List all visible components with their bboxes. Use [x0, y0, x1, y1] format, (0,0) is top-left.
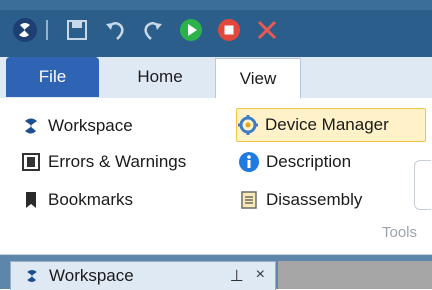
ribbon-tab-bar: File Home View: [0, 57, 432, 99]
app-logo-icon[interactable]: [6, 13, 44, 47]
errors-warnings-label: Errors & Warnings: [48, 152, 187, 171]
tab-view[interactable]: View: [215, 58, 301, 99]
close-icon[interactable]: [248, 13, 286, 47]
workspace-panel-label: Workspace: [49, 266, 134, 285]
device-manager-button[interactable]: Device Manager: [236, 108, 426, 142]
ribbon-group-label: Tools: [382, 224, 418, 241]
undo-icon[interactable]: [96, 13, 134, 47]
workspace-button[interactable]: Workspace: [20, 110, 133, 142]
device-manager-label: Device Manager: [265, 115, 389, 134]
disassembly-label: Disassembly: [266, 190, 363, 209]
workspace-panel-tab[interactable]: Workspace ⊥ ×: [10, 261, 276, 290]
tab-view-label: View: [239, 69, 277, 88]
panel-close-icon[interactable]: ×: [256, 266, 265, 286]
document-area-background: [278, 261, 432, 289]
errors-warnings-icon: [20, 151, 42, 173]
stop-icon[interactable]: [210, 13, 248, 47]
device-manager-icon: [237, 114, 259, 136]
dock-area: Workspace ⊥ ×: [0, 255, 432, 290]
panel-tab-controls: ⊥ ×: [230, 266, 265, 286]
tab-file-label: File: [38, 67, 67, 86]
workspace-label: Workspace: [48, 116, 133, 135]
pin-icon[interactable]: ⊥: [230, 266, 244, 286]
workspace-panel-icon: [23, 268, 41, 284]
qat-separator: [46, 20, 52, 40]
redo-icon[interactable]: [134, 13, 172, 47]
ribbon-panel: Workspace Errors & Warnings Bookmarks De: [0, 98, 432, 255]
run-icon[interactable]: [172, 13, 210, 47]
description-label: Description: [266, 152, 352, 171]
title-bar-top-strip: [0, 0, 432, 10]
tab-file[interactable]: File: [6, 57, 99, 97]
bookmark-icon: [20, 189, 42, 211]
workspace-icon: [20, 115, 42, 137]
errors-warnings-button[interactable]: Errors & Warnings: [20, 146, 186, 178]
bookmarks-button[interactable]: Bookmarks: [20, 184, 133, 216]
ribbon-group-divider: [414, 160, 431, 210]
disassembly-button[interactable]: Disassembly: [238, 184, 362, 216]
tab-home[interactable]: Home: [110, 57, 210, 97]
quick-access-toolbar: [6, 13, 286, 47]
disassembly-icon: [238, 189, 260, 211]
description-button[interactable]: Description: [238, 146, 351, 178]
tab-home-label: Home: [137, 67, 183, 86]
bookmarks-label: Bookmarks: [48, 190, 134, 209]
save-icon[interactable]: [58, 13, 96, 47]
info-icon: [238, 151, 260, 173]
title-bar: [0, 0, 432, 57]
